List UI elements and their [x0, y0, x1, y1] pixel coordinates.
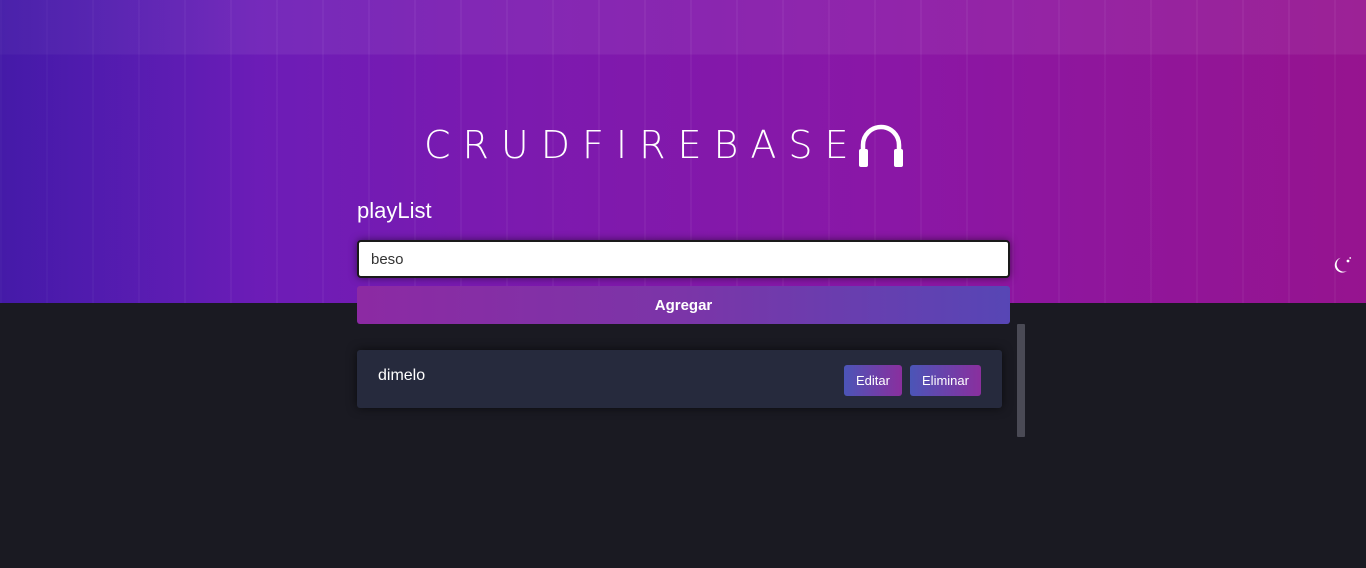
item-name: dimelo — [378, 367, 426, 384]
brand-logo: CRUDFIREBASE — [424, 118, 907, 172]
headphones-icon — [858, 124, 903, 167]
delete-button[interactable]: Eliminar — [910, 365, 981, 396]
add-button[interactable]: Agregar — [357, 286, 1010, 324]
moon-icon — [1334, 257, 1352, 273]
section-title: playList — [357, 198, 432, 223]
list-item: dimelo Editar Eliminar — [357, 350, 1002, 408]
song-input[interactable] — [357, 240, 1010, 278]
edit-button[interactable]: Editar — [844, 365, 902, 396]
list-scrollbar[interactable] — [1017, 324, 1025, 437]
theme-toggle[interactable] — [1330, 252, 1356, 278]
brand-title: CRUDFIREBASE — [424, 123, 861, 167]
